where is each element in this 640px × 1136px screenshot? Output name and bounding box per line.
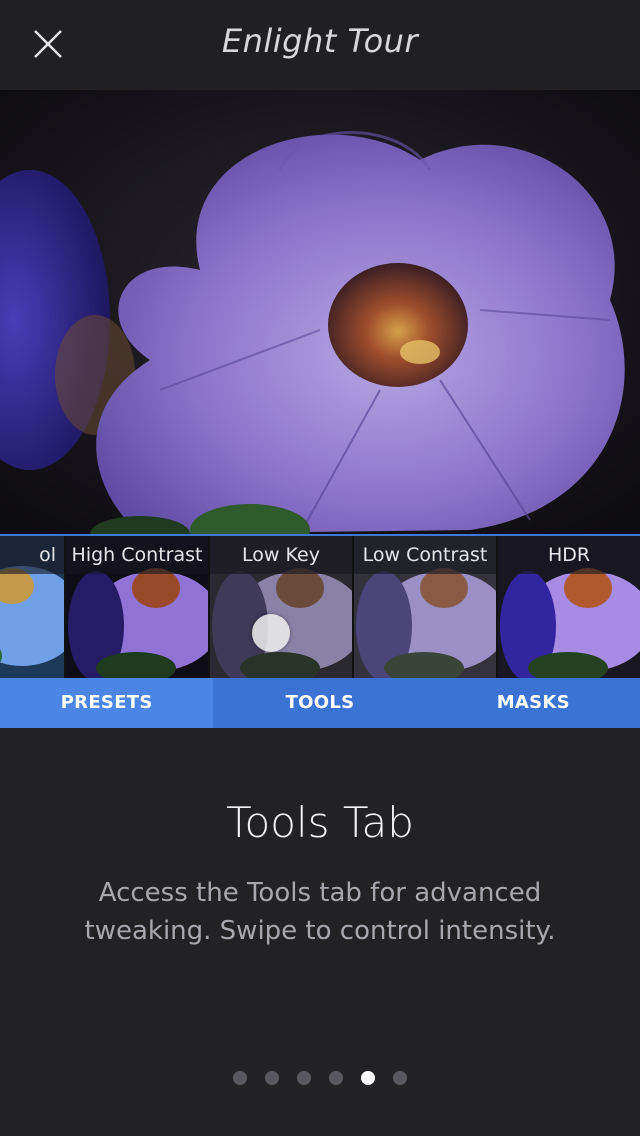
preset-label: High Contrast [66, 536, 208, 574]
preset-label: Low Key [210, 536, 352, 574]
tab-presets[interactable]: PRESETS [0, 678, 214, 728]
preset-label: Low Contrast [354, 536, 496, 574]
preset-item[interactable]: HDR [498, 536, 640, 678]
tour-description: Access the Tools tab for advanced tweaki… [84, 878, 556, 946]
tab-masks[interactable]: MASKS [426, 678, 640, 728]
preset-item[interactable]: Low Contrast [354, 536, 496, 678]
page-indicator [0, 1071, 640, 1087]
preset-label: ol [0, 536, 64, 574]
preset-item[interactable]: ol [0, 536, 64, 678]
preset-item[interactable]: High Contrast [66, 536, 208, 678]
tab-bar: PRESETS TOOLS MASKS [0, 678, 640, 728]
page-dot[interactable] [393, 1071, 407, 1085]
page-dot[interactable] [233, 1071, 247, 1085]
tour-heading: Tools Tab [226, 798, 414, 847]
page-dot[interactable] [329, 1071, 343, 1085]
tab-tools[interactable]: TOOLS [213, 678, 427, 728]
preset-strip[interactable]: ol High Contrast Low Key Low Contrast HD… [0, 534, 640, 678]
preset-item[interactable]: Low Key [210, 536, 352, 678]
intensity-knob[interactable] [252, 614, 290, 652]
preset-label: HDR [498, 536, 640, 574]
page-title: Enlight Tour [221, 22, 419, 60]
preview-photo [0, 90, 640, 534]
page-dot-active[interactable] [361, 1071, 375, 1085]
page-dot[interactable] [297, 1071, 311, 1085]
page-dot[interactable] [265, 1071, 279, 1085]
header: Enlight Tour [0, 0, 640, 90]
